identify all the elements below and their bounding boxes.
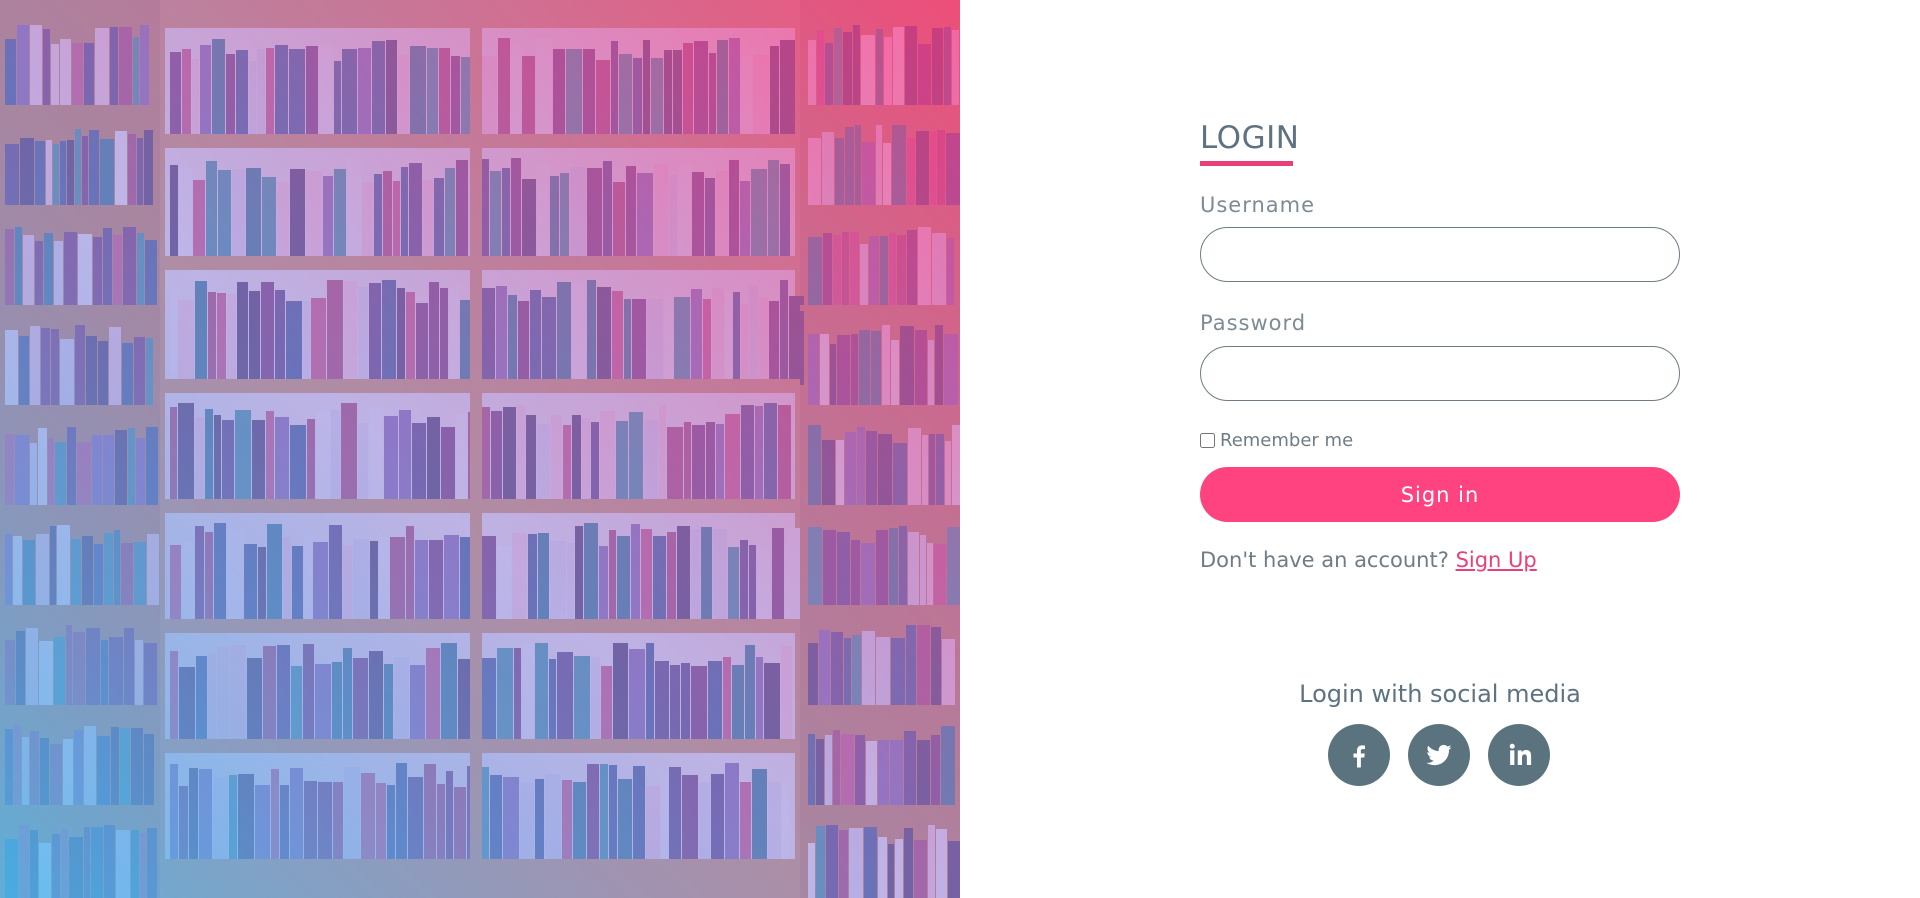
social-login-title: Login with social media (1299, 680, 1581, 708)
title-underline (1200, 161, 1293, 166)
facebook-icon (1353, 745, 1365, 768)
twitter-icon (1426, 744, 1452, 766)
remember-me-label: Remember me (1220, 430, 1354, 451)
social-buttons (1328, 724, 1550, 786)
username-label: Username (1200, 193, 1316, 217)
password-input[interactable] (1200, 346, 1680, 401)
facebook-button[interactable] (1328, 724, 1390, 786)
sign-up-link[interactable]: Sign Up (1456, 548, 1537, 572)
remember-me-row[interactable]: Remember me (1200, 430, 1353, 451)
no-account-text: Don't have an account? (1200, 548, 1449, 572)
bookshelf-hero-image (0, 0, 960, 898)
sign-in-button[interactable]: Sign in (1200, 467, 1680, 522)
signup-prompt: Don't have an account? Sign Up (1200, 548, 1537, 572)
login-form: LOGIN Username Password Remember me Sign… (1200, 0, 1682, 898)
login-title: LOGIN (1200, 120, 1300, 156)
linkedin-icon (1509, 743, 1532, 765)
password-label: Password (1200, 311, 1307, 335)
twitter-button[interactable] (1408, 724, 1470, 786)
username-input[interactable] (1200, 227, 1680, 282)
remember-me-checkbox[interactable] (1200, 433, 1215, 448)
linkedin-button[interactable] (1488, 724, 1550, 786)
